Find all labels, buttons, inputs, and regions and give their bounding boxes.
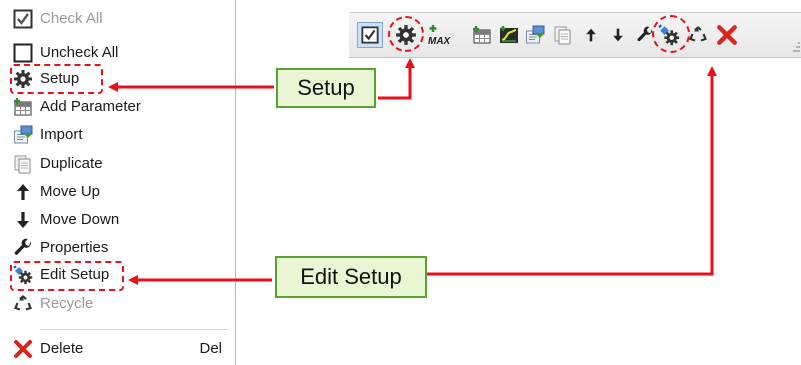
callout-setup: Setup	[276, 68, 376, 108]
callout-edit-setup: Edit Setup	[275, 256, 427, 298]
annotation-arrows	[108, 58, 717, 285]
